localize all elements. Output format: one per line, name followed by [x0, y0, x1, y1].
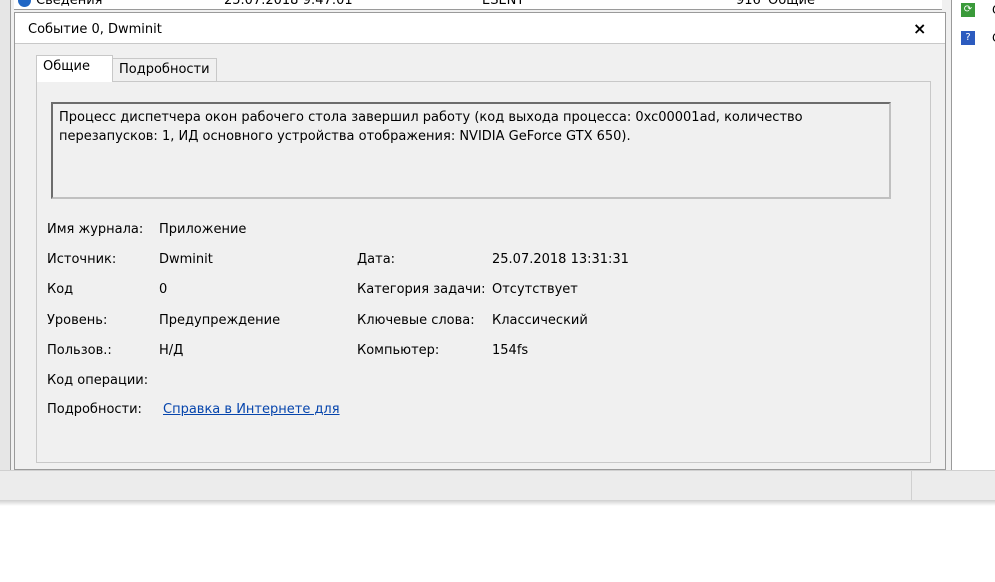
action-refresh[interactable]: ⟳ О: [961, 3, 995, 21]
user-value: Н/Д: [159, 343, 184, 358]
status-bar-segment: [911, 471, 995, 500]
event-details-pane: Событие 0, Dwminit × Общие Подробности П…: [14, 12, 946, 470]
user-label: Пользов.:: [47, 343, 112, 358]
event-list-row[interactable]: Сведения 25.07.2018 9:47:01 ESENT 916 Об…: [14, 0, 942, 10]
keywords-label: Ключевые слова:: [357, 313, 475, 328]
event-viewer-window: Сведения 25.07.2018 9:47:01 ESENT 916 Об…: [0, 0, 995, 500]
task-category-value: Отсутствует: [492, 282, 578, 297]
left-pane-edge: [0, 0, 11, 470]
opcode-label: Код операции:: [47, 373, 149, 388]
help-icon: ?: [961, 31, 975, 45]
info-icon: [18, 0, 31, 7]
tab-general[interactable]: Общие: [36, 55, 113, 82]
pane-title: Событие 0, Dwminit: [28, 22, 162, 37]
pane-header: Событие 0, Dwminit ×: [15, 13, 945, 44]
level-value: Предупреждение: [159, 313, 281, 328]
status-bar: [0, 470, 995, 500]
window-shadow: [0, 500, 995, 506]
computer-label: Компьютер:: [357, 343, 440, 358]
code-label: Код: [47, 282, 74, 297]
tab-details[interactable]: Подробности: [112, 58, 217, 82]
row-date: 25.07.2018 9:47:01: [224, 0, 353, 8]
event-description[interactable]: Процесс диспетчера окон рабочего стола з…: [51, 102, 891, 199]
computer-value: 154fs: [492, 343, 529, 358]
code-value: 0: [159, 282, 168, 297]
log-name-label: Имя журнала:: [47, 222, 144, 237]
general-tab-content: Процесс диспетчера окон рабочего стола з…: [36, 81, 931, 463]
action-help[interactable]: ? С: [961, 31, 995, 49]
level-label: Уровень:: [47, 313, 108, 328]
row-level: Сведения: [36, 0, 103, 8]
date-label: Дата:: [357, 252, 396, 267]
refresh-icon: ⟳: [961, 3, 975, 17]
source-label: Источник:: [47, 252, 117, 267]
source-value: Dwminit: [159, 252, 213, 267]
actions-pane: ⟳ О ? С: [951, 0, 995, 470]
keywords-value: Классический: [492, 313, 588, 328]
online-help-link[interactable]: Справка в Интернете для: [163, 402, 340, 417]
close-icon[interactable]: ×: [913, 19, 926, 38]
details-label: Подробности:: [47, 402, 142, 417]
row-source: ESENT: [482, 0, 525, 8]
row-category: Общие: [768, 0, 815, 8]
log-name-value: Приложение: [159, 222, 247, 237]
task-category-label: Категория задачи:: [357, 282, 486, 297]
date-value: 25.07.2018 13:31:31: [492, 252, 629, 267]
row-code: 916: [736, 0, 761, 8]
